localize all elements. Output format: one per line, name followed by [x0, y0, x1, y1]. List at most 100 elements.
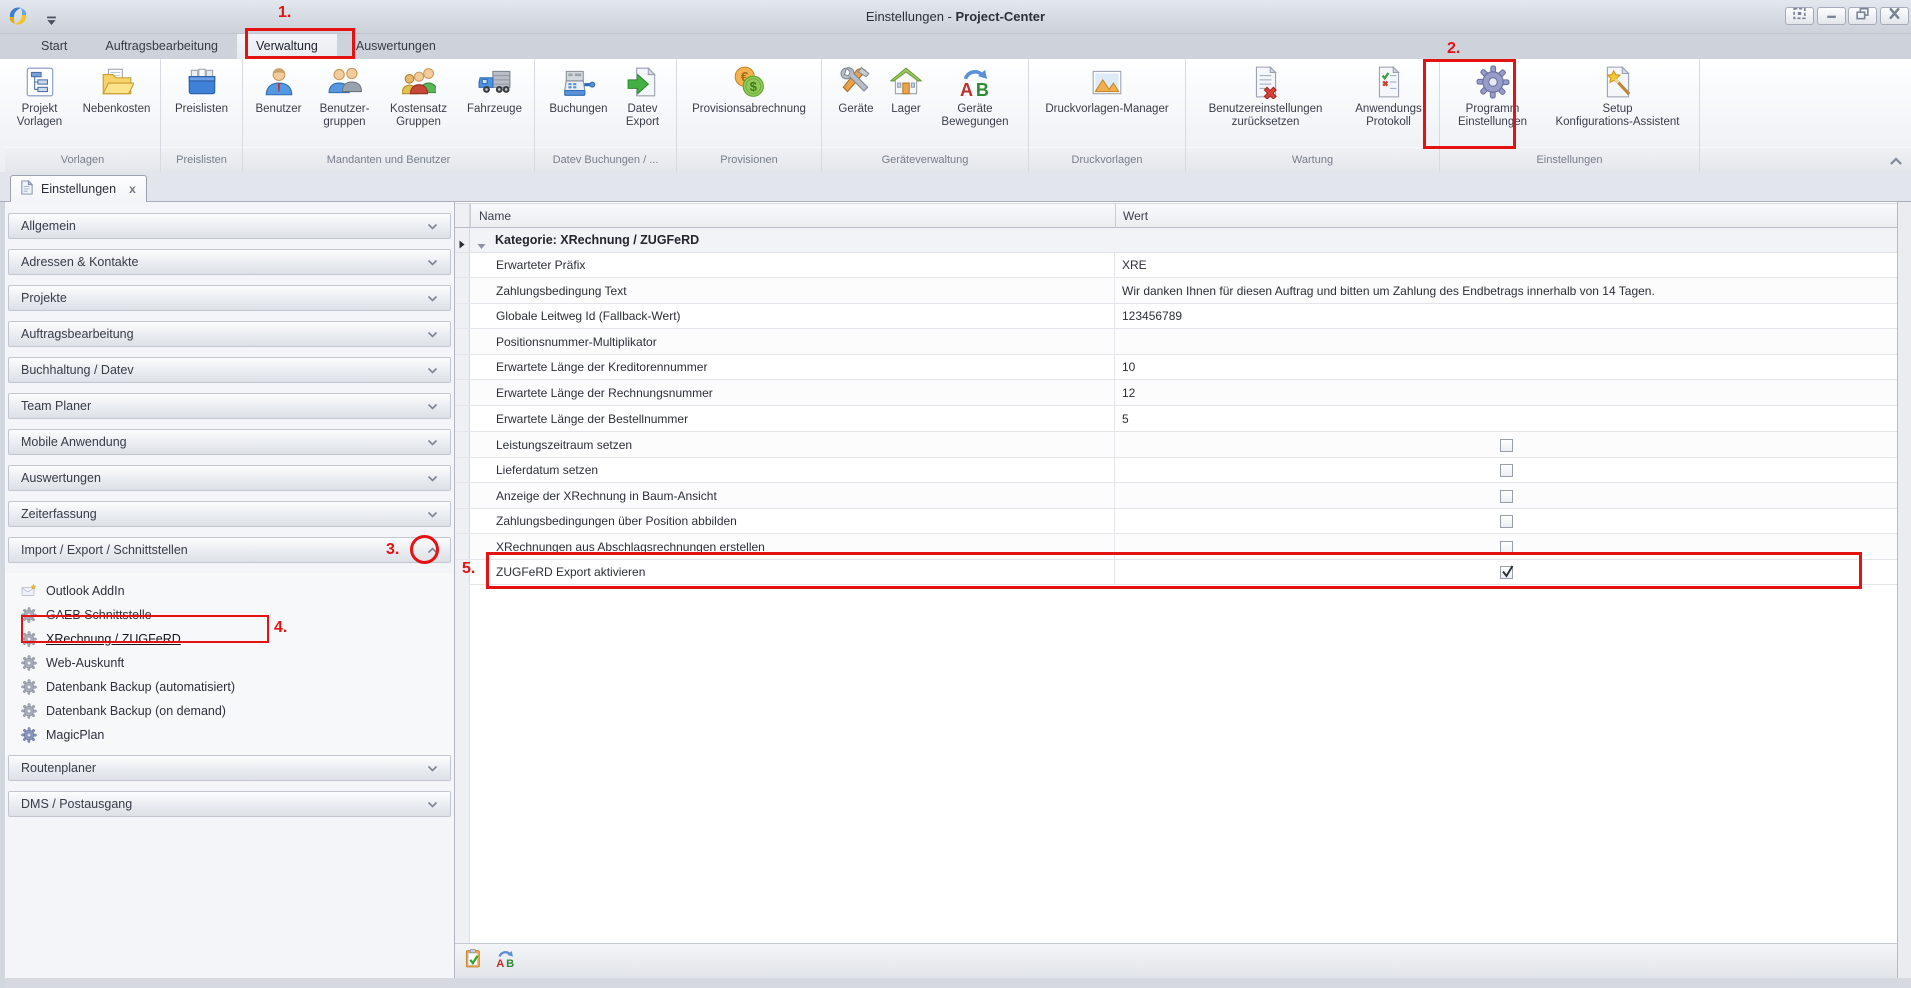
ribbon-button-benutzereinstellungen-zurücksetzen[interactable]: Benutzereinstellungenzurücksetzen [1191, 64, 1341, 129]
settings-row-zahlungsbedingungen-über-position-abbilden[interactable]: Zahlungsbedingungen über Position abbild… [455, 509, 1897, 534]
sidebar-section-buchhaltung-datev[interactable]: Buchhaltung / Datev [8, 357, 451, 383]
checkbox-unchecked[interactable] [1500, 515, 1513, 528]
card-box-icon [184, 64, 220, 100]
settings-row-lieferdatum-setzen[interactable]: Lieferdatum setzen [455, 458, 1897, 483]
chevron-down-icon[interactable] [427, 327, 438, 341]
checkbox-unchecked[interactable] [1500, 490, 1513, 503]
chevron-down-icon[interactable] [427, 363, 438, 377]
setting-value[interactable]: XRE [1115, 253, 1897, 277]
checkbox-checked[interactable] [1500, 566, 1513, 579]
svg-text:A: A [960, 80, 973, 99]
collapse-category-icon[interactable] [477, 237, 486, 244]
settings-row-erwartete-länge-der-bestellnummer[interactable]: Erwartete Länge der Bestellnummer5 [455, 406, 1897, 432]
settings-row-anzeige-der-xrechnung-in-baum-ansicht[interactable]: Anzeige der XRechnung in Baum-Ansicht [455, 483, 1897, 509]
ribbon-tab-verwaltung[interactable]: Verwaltung [237, 34, 337, 59]
checkbox-unchecked[interactable] [1500, 541, 1513, 554]
vertical-scrollbar[interactable] [1897, 202, 1911, 978]
sidebar-section-projekte[interactable]: Projekte [8, 285, 451, 311]
sidebar-item-gaeb-schnittstelle[interactable]: GAEB Schnittstelle [5, 603, 454, 627]
ribbon-button-lager[interactable]: Lager [883, 64, 929, 116]
sidebar-item-magicplan[interactable]: MagicPlan [5, 723, 454, 747]
sidebar-section-auswertungen[interactable]: Auswertungen [8, 465, 451, 491]
setting-value[interactable]: 5 [1115, 406, 1897, 431]
grid-header-name[interactable]: Name [470, 204, 1115, 229]
ribbon-tab-auftragsbearbeitung[interactable]: Auftragsbearbeitung [86, 34, 237, 59]
ab-transfer-button[interactable]: AB [492, 948, 518, 974]
setting-value[interactable]: 12 [1115, 380, 1897, 405]
chevron-up-icon[interactable] [427, 543, 438, 557]
sidebar-item-xrechnung-zugferd[interactable]: XRechnung / ZUGFeRD [5, 627, 454, 651]
checkbox-unchecked[interactable] [1500, 464, 1513, 477]
sidebar-item-datenbank-backup-on-demand[interactable]: Datenbank Backup (on demand) [5, 699, 454, 723]
coins-icon: €$ [731, 64, 767, 100]
ribbon-button-setup-konfigurations-assistent[interactable]: SetupKonfigurations-Assistent [1542, 64, 1694, 129]
setting-value[interactable]: Wir danken Ihnen für diesen Auftrag und … [1115, 278, 1897, 303]
ribbon-button-fahrzeuge[interactable]: Fahrzeuge [460, 64, 530, 116]
sidebar-item-datenbank-backup-automatisiert[interactable]: Datenbank Backup (automatisiert) [5, 675, 454, 699]
ribbon-button-datev-export[interactable]: DatevExport [617, 64, 669, 129]
page-checklist-icon [1371, 64, 1407, 100]
setting-value[interactable] [1115, 329, 1897, 354]
ribbon-tab-auswertungen[interactable]: Auswertungen [337, 34, 455, 59]
ribbon-button-geräte[interactable]: Geräte [831, 64, 881, 116]
document-tab-einstellungen[interactable]: Einstellungen x [10, 175, 147, 202]
ribbon-button-benutzer-gruppen[interactable]: Benutzer-gruppen [312, 64, 378, 129]
ribbon-button-projekt-vorlagen[interactable]: ProjektVorlagen [7, 64, 73, 129]
chevron-down-icon[interactable] [427, 219, 438, 233]
collapse-ribbon-chevron-icon[interactable] [1889, 153, 1903, 167]
ribbon-button-buchungen[interactable]: Buchungen [543, 64, 615, 116]
apply-button[interactable] [460, 948, 486, 974]
chevron-down-icon[interactable] [427, 435, 438, 449]
chevron-down-icon[interactable] [427, 797, 438, 811]
ribbon-tab-start[interactable]: Start [22, 34, 86, 59]
sidebar-section-routenplaner[interactable]: Routenplaner [8, 755, 451, 781]
setting-value[interactable]: 10 [1115, 355, 1897, 379]
ribbon-button-label: Provisionsabrechnung [692, 103, 806, 116]
settings-row-erwarteter-präfix[interactable]: Erwarteter PräfixXRE [455, 253, 1897, 278]
chevron-down-icon[interactable] [427, 255, 438, 269]
sidebar-section-label: Adressen & Kontakte [21, 255, 138, 269]
ribbon-button-anwendungs-protokoll[interactable]: AnwendungsProtokoll [1343, 64, 1435, 129]
sidebar-section-auftragsbearbeitung[interactable]: Auftragsbearbeitung [8, 321, 451, 347]
settings-row-erwartete-länge-der-kreditorennummer[interactable]: Erwartete Länge der Kreditorennummer10 [455, 355, 1897, 380]
sidebar-section-zeiterfassung[interactable]: Zeiterfassung [8, 501, 451, 527]
settings-row-zahlungsbedingung-text[interactable]: Zahlungsbedingung TextWir danken Ihnen f… [455, 278, 1897, 304]
checkbox-unchecked[interactable] [1500, 439, 1513, 452]
chevron-down-icon[interactable] [427, 291, 438, 305]
chevron-down-icon[interactable] [427, 471, 438, 485]
sidebar-item-outlook-addin[interactable]: Outlook AddIn [5, 579, 454, 603]
chevron-down-icon[interactable] [427, 399, 438, 413]
settings-row-erwartete-länge-der-rechnungsnummer[interactable]: Erwartete Länge der Rechnungsnummer12 [455, 380, 1897, 406]
settings-row-zugferd-export-aktivieren[interactable]: ZUGFeRD Export aktivieren [455, 560, 1897, 585]
ribbon-button-preislisten[interactable]: Preislisten [164, 64, 240, 116]
ribbon-button-kostensatz-gruppen[interactable]: KostensatzGruppen [380, 64, 458, 129]
sidebar-section-allgemein[interactable]: Allgemein [8, 213, 451, 239]
ribbon-button-provisionsabrechnung[interactable]: €$ Provisionsabrechnung [681, 64, 818, 116]
tab-close-icon[interactable]: x [129, 182, 136, 196]
fullscreen-button[interactable] [1785, 7, 1814, 25]
sidebar-section-adressen-kontakte[interactable]: Adressen & Kontakte [8, 249, 451, 275]
grid-header-wert[interactable]: Wert [1115, 204, 1897, 229]
sidebar-item-web-auskunft[interactable]: Web-Auskunft [5, 651, 454, 675]
window-bottom-edge [0, 978, 1911, 988]
setting-value[interactable]: 123456789 [1115, 304, 1897, 328]
sidebar-section-team-planer[interactable]: Team Planer [8, 393, 451, 419]
settings-row-positionsnummer-multiplikator[interactable]: Positionsnummer-Multiplikator [455, 329, 1897, 355]
ribbon-button-benutzer[interactable]: Benutzer [248, 64, 310, 116]
settings-row-xrechnungen-aus-abschlagsrechnungen-erstellen[interactable]: XRechnungen aus Abschlagsrechnungen erst… [455, 534, 1897, 560]
ribbon-button-druckvorlagen-manager[interactable]: Druckvorlagen-Manager [1036, 64, 1178, 116]
settings-row-leistungszeitraum-setzen[interactable]: Leistungszeitraum setzen [455, 432, 1897, 458]
restore-button[interactable] [1848, 7, 1877, 25]
grid-category-row[interactable]: Kategorie: XRechnung / ZUGFeRD [455, 228, 1897, 253]
sidebar-section-dms-postausgang[interactable]: DMS / Postausgang [8, 791, 451, 817]
close-button[interactable] [1880, 7, 1909, 25]
chevron-down-icon[interactable] [427, 761, 438, 775]
ribbon-button-nebenkosten[interactable]: Nebenkosten [75, 64, 159, 116]
settings-row-globale-leitweg-id-fallback-wert[interactable]: Globale Leitweg Id (Fallback-Wert)123456… [455, 304, 1897, 329]
ribbon-button-geräte-bewegungen[interactable]: ABGeräteBewegungen [931, 64, 1019, 129]
sidebar-section-import-export-schnittstellen[interactable]: Import / Export / Schnittstellen [8, 537, 451, 563]
minimize-button[interactable] [1817, 7, 1846, 25]
chevron-down-icon[interactable] [427, 507, 438, 521]
ribbon-button-programm-einstellungen[interactable]: ProgrammEinstellungen [1446, 64, 1540, 129]
sidebar-section-mobile-anwendung[interactable]: Mobile Anwendung [8, 429, 451, 455]
